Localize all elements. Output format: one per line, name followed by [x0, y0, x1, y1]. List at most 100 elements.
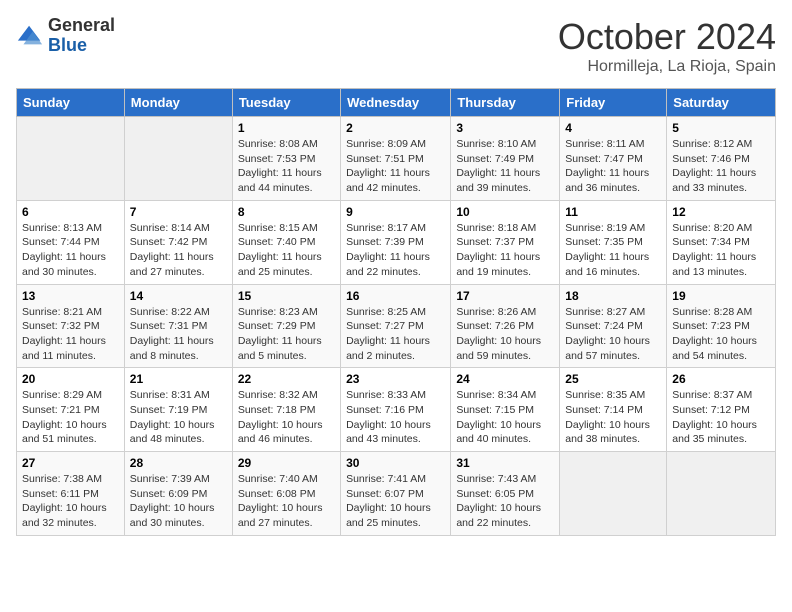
calendar-cell: 10 Sunrise: 8:18 AM Sunset: 7:37 PM Dayli…: [451, 200, 560, 284]
calendar-cell: 17 Sunrise: 8:26 AM Sunset: 7:26 PM Dayli…: [451, 284, 560, 368]
day-info: Sunrise: 8:35 AM Sunset: 7:14 PM Dayligh…: [565, 388, 661, 447]
logo: General Blue: [16, 16, 115, 56]
day-info: Sunrise: 8:15 AM Sunset: 7:40 PM Dayligh…: [238, 221, 335, 280]
page-header: General Blue October 2024 Hormilleja, La…: [16, 16, 776, 76]
calendar-cell: 2 Sunrise: 8:09 AM Sunset: 7:51 PM Daylig…: [341, 117, 451, 201]
calendar-cell: 5 Sunrise: 8:12 AM Sunset: 7:46 PM Daylig…: [667, 117, 776, 201]
day-info: Sunrise: 8:27 AM Sunset: 7:24 PM Dayligh…: [565, 305, 661, 364]
day-number: 17: [456, 289, 554, 303]
day-info: Sunrise: 8:32 AM Sunset: 7:18 PM Dayligh…: [238, 388, 335, 447]
day-info: Sunrise: 8:18 AM Sunset: 7:37 PM Dayligh…: [456, 221, 554, 280]
day-number: 2: [346, 121, 445, 135]
day-number: 14: [130, 289, 227, 303]
day-info: Sunrise: 8:20 AM Sunset: 7:34 PM Dayligh…: [672, 221, 770, 280]
day-number: 18: [565, 289, 661, 303]
day-info: Sunrise: 7:40 AM Sunset: 6:08 PM Dayligh…: [238, 472, 335, 531]
calendar-week-row: 13 Sunrise: 8:21 AM Sunset: 7:32 PM Dayli…: [17, 284, 776, 368]
day-number: 15: [238, 289, 335, 303]
day-info: Sunrise: 8:26 AM Sunset: 7:26 PM Dayligh…: [456, 305, 554, 364]
day-number: 1: [238, 121, 335, 135]
location-subtitle: Hormilleja, La Rioja, Spain: [558, 58, 776, 76]
calendar-cell: 14 Sunrise: 8:22 AM Sunset: 7:31 PM Dayli…: [124, 284, 232, 368]
day-info: Sunrise: 8:22 AM Sunset: 7:31 PM Dayligh…: [130, 305, 227, 364]
calendar-cell: 18 Sunrise: 8:27 AM Sunset: 7:24 PM Dayli…: [560, 284, 667, 368]
day-info: Sunrise: 8:23 AM Sunset: 7:29 PM Dayligh…: [238, 305, 335, 364]
calendar-cell: 13 Sunrise: 8:21 AM Sunset: 7:32 PM Dayli…: [17, 284, 125, 368]
day-info: Sunrise: 8:17 AM Sunset: 7:39 PM Dayligh…: [346, 221, 445, 280]
day-number: 4: [565, 121, 661, 135]
calendar-cell: 11 Sunrise: 8:19 AM Sunset: 7:35 PM Dayli…: [560, 200, 667, 284]
calendar-cell: 20 Sunrise: 8:29 AM Sunset: 7:21 PM Dayli…: [17, 368, 125, 452]
day-number: 20: [22, 372, 119, 386]
day-info: Sunrise: 7:43 AM Sunset: 6:05 PM Dayligh…: [456, 472, 554, 531]
day-number: 28: [130, 456, 227, 470]
calendar-cell: 19Sunrise: 8:28 AM Sunset: 7:23 PM Dayli…: [667, 284, 776, 368]
calendar-cell: 9 Sunrise: 8:17 AM Sunset: 7:39 PM Daylig…: [341, 200, 451, 284]
day-info: Sunrise: 8:21 AM Sunset: 7:32 PM Dayligh…: [22, 305, 119, 364]
weekday-header: Monday: [124, 89, 232, 117]
day-info: Sunrise: 7:39 AM Sunset: 6:09 PM Dayligh…: [130, 472, 227, 531]
calendar-cell: 21 Sunrise: 8:31 AM Sunset: 7:19 PM Dayli…: [124, 368, 232, 452]
logo-blue-text: Blue: [48, 36, 115, 56]
day-info: Sunrise: 8:09 AM Sunset: 7:51 PM Dayligh…: [346, 137, 445, 196]
calendar-cell: 1 Sunrise: 8:08 AM Sunset: 7:53 PM Daylig…: [232, 117, 340, 201]
calendar-week-row: 6Sunrise: 8:13 AM Sunset: 7:44 PM Daylig…: [17, 200, 776, 284]
day-number: 10: [456, 205, 554, 219]
weekday-header-row: SundayMondayTuesdayWednesdayThursdayFrid…: [17, 89, 776, 117]
weekday-header: Sunday: [17, 89, 125, 117]
day-info: Sunrise: 8:33 AM Sunset: 7:16 PM Dayligh…: [346, 388, 445, 447]
calendar-cell: 24 Sunrise: 8:34 AM Sunset: 7:15 PM Dayli…: [451, 368, 560, 452]
day-number: 23: [346, 372, 445, 386]
calendar-cell: [667, 452, 776, 536]
calendar-cell: [560, 452, 667, 536]
calendar-cell: 23 Sunrise: 8:33 AM Sunset: 7:16 PM Dayli…: [341, 368, 451, 452]
day-number: 9: [346, 205, 445, 219]
calendar-cell: 3Sunrise: 8:10 AM Sunset: 7:49 PM Daylig…: [451, 117, 560, 201]
day-number: 29: [238, 456, 335, 470]
day-info: Sunrise: 8:12 AM Sunset: 7:46 PM Dayligh…: [672, 137, 770, 196]
day-number: 24: [456, 372, 554, 386]
logo-general-text: General: [48, 16, 115, 36]
calendar-cell: [124, 117, 232, 201]
day-info: Sunrise: 8:31 AM Sunset: 7:19 PM Dayligh…: [130, 388, 227, 447]
title-block: October 2024 Hormilleja, La Rioja, Spain: [558, 16, 776, 76]
day-number: 7: [130, 205, 227, 219]
day-info: Sunrise: 8:11 AM Sunset: 7:47 PM Dayligh…: [565, 137, 661, 196]
weekday-header: Wednesday: [341, 89, 451, 117]
calendar-cell: 22 Sunrise: 8:32 AM Sunset: 7:18 PM Dayli…: [232, 368, 340, 452]
weekday-header: Friday: [560, 89, 667, 117]
calendar-cell: [17, 117, 125, 201]
day-number: 16: [346, 289, 445, 303]
calendar-cell: 30 Sunrise: 7:41 AM Sunset: 6:07 PM Dayli…: [341, 452, 451, 536]
day-info: Sunrise: 8:08 AM Sunset: 7:53 PM Dayligh…: [238, 137, 335, 196]
calendar-cell: 6Sunrise: 8:13 AM Sunset: 7:44 PM Daylig…: [17, 200, 125, 284]
calendar-cell: 27Sunrise: 7:38 AM Sunset: 6:11 PM Dayli…: [17, 452, 125, 536]
calendar-cell: 15 Sunrise: 8:23 AM Sunset: 7:29 PM Dayli…: [232, 284, 340, 368]
day-number: 21: [130, 372, 227, 386]
logo-icon: [16, 22, 44, 50]
calendar-cell: 29 Sunrise: 7:40 AM Sunset: 6:08 PM Dayli…: [232, 452, 340, 536]
day-info: Sunrise: 8:25 AM Sunset: 7:27 PM Dayligh…: [346, 305, 445, 364]
weekday-header: Saturday: [667, 89, 776, 117]
day-number: 30: [346, 456, 445, 470]
calendar-week-row: 20 Sunrise: 8:29 AM Sunset: 7:21 PM Dayli…: [17, 368, 776, 452]
day-info: Sunrise: 8:34 AM Sunset: 7:15 PM Dayligh…: [456, 388, 554, 447]
day-number: 5: [672, 121, 770, 135]
calendar-week-row: 1 Sunrise: 8:08 AM Sunset: 7:53 PM Daylig…: [17, 117, 776, 201]
day-info: Sunrise: 8:14 AM Sunset: 7:42 PM Dayligh…: [130, 221, 227, 280]
day-info: Sunrise: 8:19 AM Sunset: 7:35 PM Dayligh…: [565, 221, 661, 280]
day-info: Sunrise: 8:13 AM Sunset: 7:44 PM Dayligh…: [22, 221, 119, 280]
calendar-cell: 12Sunrise: 8:20 AM Sunset: 7:34 PM Dayli…: [667, 200, 776, 284]
day-info: Sunrise: 8:37 AM Sunset: 7:12 PM Dayligh…: [672, 388, 770, 447]
day-number: 3: [456, 121, 554, 135]
month-title: October 2024: [558, 16, 776, 58]
calendar-table: SundayMondayTuesdayWednesdayThursdayFrid…: [16, 88, 776, 536]
day-number: 26: [672, 372, 770, 386]
day-number: 31: [456, 456, 554, 470]
day-info: Sunrise: 8:29 AM Sunset: 7:21 PM Dayligh…: [22, 388, 119, 447]
day-number: 22: [238, 372, 335, 386]
day-number: 25: [565, 372, 661, 386]
day-number: 13: [22, 289, 119, 303]
day-number: 11: [565, 205, 661, 219]
day-info: Sunrise: 7:41 AM Sunset: 6:07 PM Dayligh…: [346, 472, 445, 531]
